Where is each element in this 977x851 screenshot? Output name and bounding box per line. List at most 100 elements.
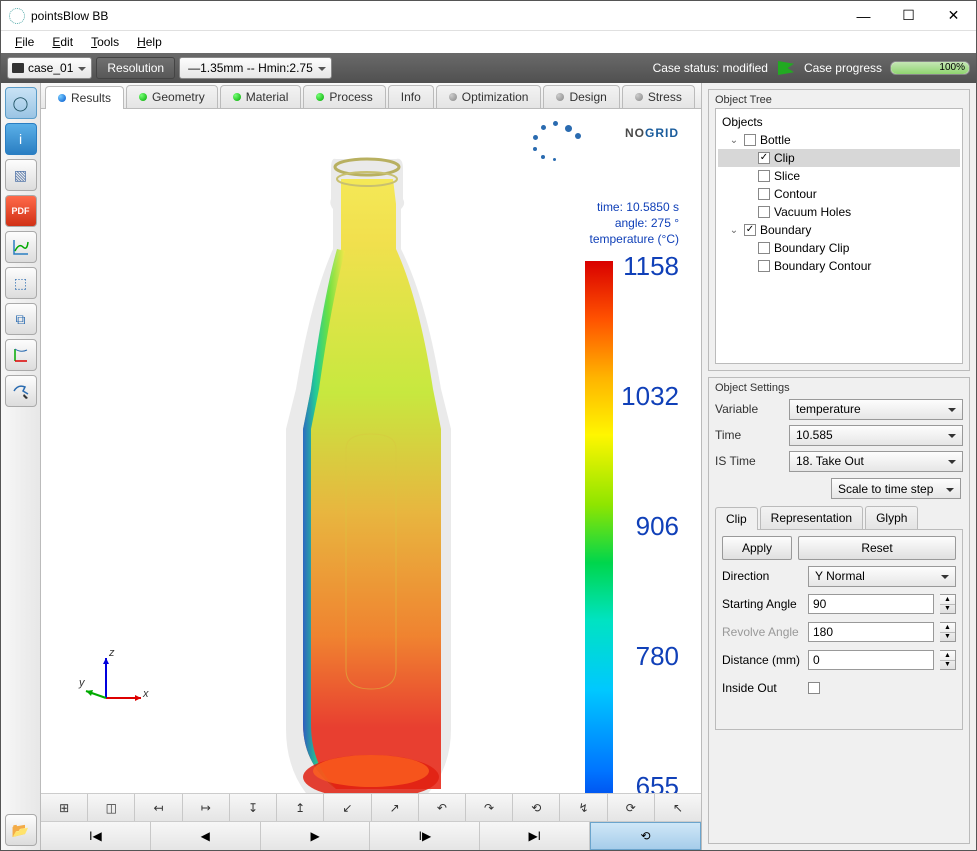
view-xpos[interactable]: ↦ bbox=[183, 794, 230, 821]
menu-edit[interactable]: Edit bbox=[44, 33, 81, 51]
distance-input[interactable]: 0 bbox=[808, 650, 934, 670]
play-loop[interactable]: ⟲ bbox=[590, 822, 701, 850]
scale-mode-select[interactable]: Scale to time step bbox=[831, 478, 961, 499]
case-progress-label: Case progress bbox=[804, 61, 882, 75]
side-toolbar: ◯ i ▧ PDF ⬚ ⧉ 📂 bbox=[1, 83, 41, 850]
tab-material[interactable]: Material bbox=[220, 85, 302, 108]
view-rotcw[interactable]: ↷ bbox=[466, 794, 513, 821]
play-play[interactable]: ▶ bbox=[261, 822, 371, 850]
tree-bcontour[interactable]: Boundary Contour bbox=[718, 257, 960, 275]
tool-camera[interactable]: ⬚ bbox=[5, 267, 37, 299]
tool-selection[interactable]: ◯ bbox=[5, 87, 37, 119]
scale-min: 655 bbox=[636, 771, 679, 794]
view-rot90[interactable]: ⟲ bbox=[513, 794, 560, 821]
tree-boundary[interactable]: ⌄Boundary bbox=[718, 221, 960, 239]
starting-angle-spinner[interactable]: ▲▼ bbox=[940, 594, 956, 614]
tree-slice[interactable]: Slice bbox=[718, 167, 960, 185]
tool-axes[interactable] bbox=[5, 339, 37, 371]
minimize-button[interactable]: — bbox=[841, 1, 886, 30]
tool-chart[interactable] bbox=[5, 231, 37, 263]
view-iso1[interactable]: ↯ bbox=[560, 794, 607, 821]
tab-process[interactable]: Process bbox=[303, 85, 385, 108]
revolve-angle-input[interactable]: 180 bbox=[808, 622, 934, 642]
tab-design[interactable]: Design bbox=[543, 85, 619, 108]
object-settings-group: Object Settings Variabletemperature Time… bbox=[708, 377, 970, 844]
tree-vacuum[interactable]: Vacuum Holes bbox=[718, 203, 960, 221]
view-front[interactable]: ◫ bbox=[88, 794, 135, 821]
tree-root[interactable]: Objects bbox=[718, 113, 960, 131]
tree-bclip[interactable]: Boundary Clip bbox=[718, 239, 960, 257]
view-ypos[interactable]: ↥ bbox=[277, 794, 324, 821]
bottle-model bbox=[241, 119, 491, 794]
resolution-button[interactable]: Resolution bbox=[96, 57, 175, 79]
tree-bottle[interactable]: ⌄Bottle bbox=[718, 131, 960, 149]
tab-results[interactable]: Results bbox=[45, 86, 124, 109]
tab-stress[interactable]: Stress bbox=[622, 85, 695, 108]
play-next[interactable]: I▶ bbox=[370, 822, 480, 850]
apply-button[interactable]: Apply bbox=[722, 536, 792, 560]
case-status-label: Case status: modified bbox=[653, 61, 768, 75]
main-toolbar: case_01 Resolution — 1.35mm -- Hmin:2.75… bbox=[1, 53, 976, 83]
view-xneg[interactable]: ↤ bbox=[135, 794, 182, 821]
case-selector[interactable]: case_01 bbox=[7, 57, 92, 79]
view-orient-bar: ⊞ ◫ ↤ ↦ ↧ ↥ ↙ ↗ ↶ ↷ ⟲ ↯ ⟳ ↖ bbox=[41, 794, 701, 822]
view-yneg[interactable]: ↧ bbox=[230, 794, 277, 821]
close-button[interactable]: ✕ bbox=[931, 1, 976, 30]
clip-panel: Apply Reset DirectionY Normal Starting A… bbox=[715, 530, 963, 730]
scale-max: 1158 bbox=[623, 251, 679, 282]
titlebar: pointsBlow BB — ☐ ✕ bbox=[1, 1, 976, 31]
view-pick[interactable]: ↖ bbox=[655, 794, 701, 821]
tool-info[interactable]: i bbox=[5, 123, 37, 155]
tab-geometry[interactable]: Geometry bbox=[126, 85, 218, 108]
time-playbar: I◀ ◀ ▶ I▶ ▶I ⟲ bbox=[41, 822, 701, 850]
tab-clip[interactable]: Clip bbox=[715, 507, 758, 530]
object-tree[interactable]: Objects ⌄Bottle Clip Slice Contour Vacuu… bbox=[715, 108, 963, 364]
color-scale-bar bbox=[585, 261, 613, 794]
settings-tabs: Clip Representation Glyph bbox=[715, 506, 963, 530]
play-first[interactable]: I◀ bbox=[41, 822, 151, 850]
reset-button[interactable]: Reset bbox=[798, 536, 956, 560]
orientation-axes: x y z bbox=[81, 653, 151, 713]
tool-video[interactable]: ⧉ bbox=[5, 303, 37, 335]
view-fit[interactable]: ⊞ bbox=[41, 794, 88, 821]
main-tabs: Results Geometry Material Process Info O… bbox=[41, 83, 701, 109]
resolution-value[interactable]: — 1.35mm -- Hmin:2.75 bbox=[179, 57, 332, 79]
play-prev[interactable]: ◀ bbox=[151, 822, 261, 850]
distance-spinner[interactable]: ▲▼ bbox=[940, 650, 956, 670]
revolve-angle-spinner[interactable]: ▲▼ bbox=[940, 622, 956, 642]
istime-select[interactable]: 18. Take Out bbox=[789, 451, 963, 472]
menubar: File Edit Tools Help bbox=[1, 31, 976, 53]
tab-representation[interactable]: Representation bbox=[760, 506, 863, 529]
tool-folder[interactable]: 📂 bbox=[5, 814, 37, 846]
scale-tick: 906 bbox=[636, 511, 679, 542]
direction-select[interactable]: Y Normal bbox=[808, 566, 956, 587]
tool-pdf[interactable]: PDF bbox=[5, 195, 37, 227]
scale-tick: 780 bbox=[636, 641, 679, 672]
view-rotccw[interactable]: ↶ bbox=[419, 794, 466, 821]
view-zneg[interactable]: ↙ bbox=[324, 794, 371, 821]
menu-help[interactable]: Help bbox=[129, 33, 170, 51]
logo: NOGRID bbox=[625, 121, 679, 142]
tool-pointer[interactable] bbox=[5, 375, 37, 407]
tab-info[interactable]: Info bbox=[388, 85, 434, 108]
view-annotation: time: 10.5850 s angle: 275 ° temperature… bbox=[590, 199, 680, 248]
tab-optimization[interactable]: Optimization bbox=[436, 85, 542, 108]
tool-notes[interactable]: ▧ bbox=[5, 159, 37, 191]
menu-file[interactable]: File bbox=[7, 33, 42, 51]
logo-dots-icon bbox=[531, 121, 581, 161]
time-select[interactable]: 10.585 bbox=[789, 425, 963, 446]
progress-bar: 100% bbox=[890, 61, 970, 75]
starting-angle-input[interactable]: 90 bbox=[808, 594, 934, 614]
view-zpos[interactable]: ↗ bbox=[372, 794, 419, 821]
play-last[interactable]: ▶I bbox=[480, 822, 590, 850]
3d-viewport[interactable]: NOGRID time: 10.5850 s angle: 275 ° temp… bbox=[41, 109, 701, 794]
flag-icon bbox=[778, 61, 794, 75]
maximize-button[interactable]: ☐ bbox=[886, 1, 931, 30]
variable-select[interactable]: temperature bbox=[789, 399, 963, 420]
tree-contour[interactable]: Contour bbox=[718, 185, 960, 203]
tree-clip[interactable]: Clip bbox=[718, 149, 960, 167]
tab-glyph[interactable]: Glyph bbox=[865, 506, 918, 529]
inside-out-checkbox[interactable] bbox=[808, 682, 820, 694]
menu-tools[interactable]: Tools bbox=[83, 33, 127, 51]
view-reset[interactable]: ⟳ bbox=[608, 794, 655, 821]
